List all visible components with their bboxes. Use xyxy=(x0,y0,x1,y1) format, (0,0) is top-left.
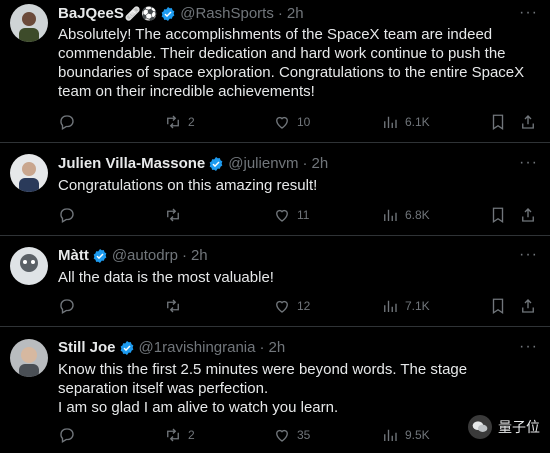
tweet-text: Congratulations on this amazing result! xyxy=(58,177,318,194)
views-icon xyxy=(384,300,397,312)
views-icon xyxy=(384,116,397,128)
like-button[interactable]: 11 xyxy=(273,205,309,225)
separator-dot: · xyxy=(181,247,187,264)
retweet-icon xyxy=(167,115,179,129)
more-icon[interactable]: ··· xyxy=(519,338,538,356)
more-icon[interactable]: ··· xyxy=(519,246,538,264)
retweet-button[interactable] xyxy=(164,205,188,225)
retweet-button[interactable]: 2 xyxy=(164,112,195,132)
views-icon xyxy=(384,209,397,221)
tweet[interactable]: Julien Villa-Massone @julienvm · 2h ··· … xyxy=(0,143,550,236)
tweet-feed: BaJQeeS 🩹⚽ @RashSports · 2h ··· Absolute… xyxy=(0,0,550,453)
view-count: 9.5K xyxy=(405,428,430,442)
action-bar: 2 10 6.1K xyxy=(58,112,538,132)
author-handle[interactable]: @julienvm xyxy=(228,155,298,172)
avatar[interactable] xyxy=(10,339,48,377)
bookmark-button[interactable] xyxy=(489,205,507,225)
reply-button[interactable] xyxy=(58,205,82,225)
verified-badge-icon xyxy=(92,248,108,264)
view-count: 6.8K xyxy=(405,208,430,222)
action-bar: 2 35 9.5K xyxy=(58,425,440,445)
reply-button[interactable] xyxy=(58,425,82,445)
like-button[interactable]: 10 xyxy=(273,112,310,132)
views-icon xyxy=(384,429,397,441)
separator-dot: · xyxy=(302,155,308,172)
author-handle[interactable]: @1ravishingrania xyxy=(139,339,256,356)
more-icon[interactable]: ··· xyxy=(519,4,538,22)
tweet-text: All the data is the most valuable! xyxy=(58,269,274,286)
bookmark-button[interactable] xyxy=(489,296,507,316)
tweet[interactable]: Màtt @autodrp · 2h ··· All the data is t… xyxy=(0,236,550,327)
views-button[interactable]: 6.1K xyxy=(381,112,430,132)
view-count: 7.1K xyxy=(405,299,430,313)
retweet-icon xyxy=(167,208,179,222)
share-icon xyxy=(522,208,534,222)
share-icon xyxy=(522,299,534,313)
like-count: 12 xyxy=(297,299,311,313)
views-button[interactable]: 6.8K xyxy=(381,205,430,225)
reply-icon xyxy=(60,208,74,223)
like-icon xyxy=(276,300,288,313)
bookmark-button[interactable] xyxy=(489,112,507,132)
author-handle[interactable]: @autodrp xyxy=(112,247,178,264)
more-icon[interactable]: ··· xyxy=(519,154,538,172)
retweet-button[interactable] xyxy=(164,296,188,316)
avatar[interactable] xyxy=(10,4,48,42)
timestamp[interactable]: 2h xyxy=(312,155,329,172)
author-name[interactable]: Still Joe xyxy=(58,339,116,356)
author-name[interactable]: BaJQeeS xyxy=(58,5,124,22)
separator-dot: · xyxy=(259,339,265,356)
retweet-count: 2 xyxy=(188,115,195,129)
reply-button[interactable] xyxy=(58,112,82,132)
reply-icon xyxy=(60,428,74,443)
like-icon xyxy=(276,429,288,442)
bookmark-icon xyxy=(492,298,504,315)
author-handle[interactable]: @RashSports xyxy=(180,5,274,22)
like-button[interactable]: 12 xyxy=(273,296,310,316)
like-icon xyxy=(276,209,288,222)
views-button[interactable]: 7.1K xyxy=(381,296,430,316)
tweet-text: Absolutely! The accomplishments of the S… xyxy=(58,26,525,100)
avatar[interactable] xyxy=(10,154,48,192)
view-count: 6.1K xyxy=(405,115,430,129)
separator-dot: · xyxy=(277,5,283,22)
share-button[interactable] xyxy=(519,296,537,316)
like-count: 11 xyxy=(297,208,310,222)
retweet-icon xyxy=(167,299,179,313)
reply-icon xyxy=(60,115,74,130)
action-bar: 12 7.1K xyxy=(58,296,538,316)
bookmark-icon xyxy=(492,114,504,131)
retweet-count: 2 xyxy=(188,428,195,442)
timestamp[interactable]: 2h xyxy=(287,5,304,22)
watermark: 量子位 xyxy=(468,415,540,439)
wechat-logo-icon xyxy=(468,415,492,439)
action-bar: 11 6.8K xyxy=(58,205,538,225)
retweet-icon xyxy=(167,428,179,442)
name-emoji: 🩹⚽ xyxy=(124,5,158,21)
reply-button[interactable] xyxy=(58,296,82,316)
watermark-text: 量子位 xyxy=(498,419,540,435)
share-icon xyxy=(522,115,534,129)
verified-badge-icon xyxy=(208,156,224,172)
timestamp[interactable]: 2h xyxy=(191,247,208,264)
avatar[interactable] xyxy=(10,247,48,285)
verified-badge-icon xyxy=(119,340,135,356)
reply-icon xyxy=(60,299,74,314)
author-name[interactable]: Màtt xyxy=(58,247,89,264)
verified-badge-icon xyxy=(160,6,176,22)
tweet[interactable]: BaJQeeS 🩹⚽ @RashSports · 2h ··· Absolute… xyxy=(0,0,550,143)
like-icon xyxy=(276,116,288,129)
tweet-text: Know this the first 2.5 minutes were bey… xyxy=(58,361,468,416)
like-count: 35 xyxy=(297,428,311,442)
bookmark-icon xyxy=(492,207,504,224)
views-button[interactable]: 9.5K xyxy=(381,425,430,445)
share-button[interactable] xyxy=(519,112,537,132)
author-name[interactable]: Julien Villa-Massone xyxy=(58,155,205,172)
timestamp[interactable]: 2h xyxy=(268,339,285,356)
like-button[interactable]: 35 xyxy=(273,425,310,445)
share-button[interactable] xyxy=(519,205,537,225)
like-count: 10 xyxy=(297,115,311,129)
retweet-button[interactable]: 2 xyxy=(164,425,195,445)
